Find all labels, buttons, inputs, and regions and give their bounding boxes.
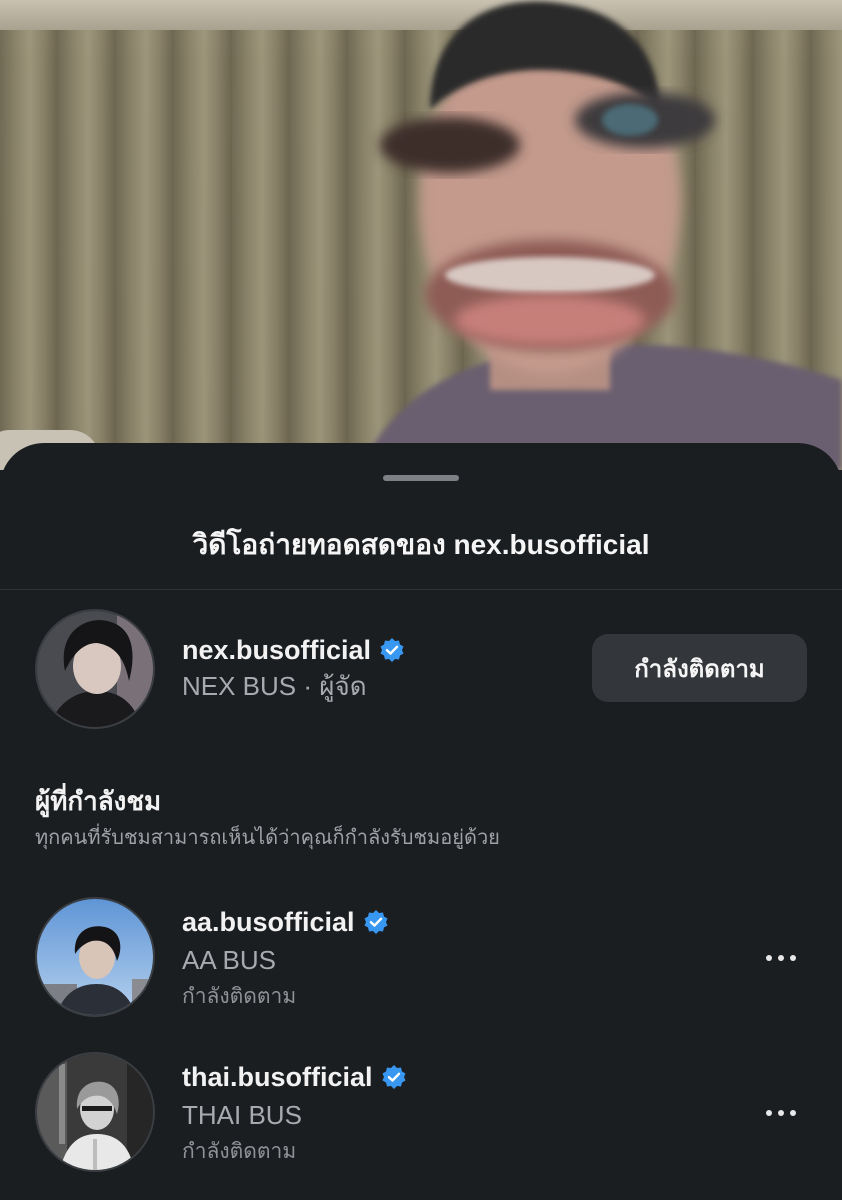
more-horizontal-icon-dot: [778, 955, 784, 961]
host-role: ผู้จัด: [319, 671, 367, 701]
viewer-display-name: AA BUS: [182, 945, 276, 975]
viewers-section-title: ผู้ที่กำลังชม: [35, 786, 162, 816]
sheet-divider: [0, 589, 842, 590]
viewer-username-line[interactable]: aa.busofficial: [182, 905, 389, 939]
live-video-feed[interactable]: [0, 0, 842, 470]
following-button[interactable]: กำลังติดตาม: [592, 634, 807, 702]
host-display-name: NEX BUS: [182, 671, 297, 701]
viewer-username[interactable]: aa.busofficial: [182, 905, 355, 939]
streamer-with-face-filter: [360, 1, 842, 470]
subtitle-separator: ·: [296, 671, 320, 701]
more-horizontal-icon-dot: [790, 955, 796, 961]
more-horizontal-icon-dot: [766, 1110, 772, 1116]
live-viewers-screen: วิดีโอถ่ายทอดสดของ nex.busofficial nex.b…: [0, 0, 842, 1200]
viewer-username-line[interactable]: thai.busofficial: [182, 1060, 407, 1094]
host-avatar[interactable]: [35, 609, 155, 729]
more-horizontal-icon-dot: [790, 1110, 796, 1116]
verified-badge-icon: [364, 910, 388, 934]
viewer-follow-status: กำลังติดตาม: [182, 985, 297, 1008]
more-horizontal-icon-dot: [766, 955, 772, 961]
viewer-display-name: THAI BUS: [182, 1100, 302, 1130]
verified-badge-icon: [380, 638, 404, 662]
verified-badge-icon: [382, 1065, 406, 1089]
viewers-section-description: ทุกคนที่รับชมสามารถเห็นได้ว่าคุณก็กำลังร…: [35, 827, 500, 849]
viewer-avatar[interactable]: [35, 1052, 155, 1172]
sheet-title: วิดีโอถ่ายทอดสดของ nex.busofficial: [192, 529, 650, 560]
host-username[interactable]: nex.busofficial: [182, 633, 371, 667]
host-subtitle: NEX BUS · ผู้จัด: [182, 670, 367, 702]
viewer-username[interactable]: thai.busofficial: [182, 1060, 373, 1094]
viewer-follow-status: กำลังติดตาม: [182, 1140, 297, 1163]
viewers-bottom-sheet: วิดีโอถ่ายทอดสดของ nex.busofficial nex.b…: [0, 443, 842, 1200]
more-options-button[interactable]: [756, 1098, 806, 1128]
viewer-avatar[interactable]: [35, 897, 155, 1017]
sheet-drag-handle[interactable]: [383, 475, 459, 481]
more-horizontal-icon-dot: [778, 1110, 784, 1116]
host-username-line[interactable]: nex.busofficial: [182, 633, 405, 667]
more-options-button[interactable]: [756, 943, 806, 973]
